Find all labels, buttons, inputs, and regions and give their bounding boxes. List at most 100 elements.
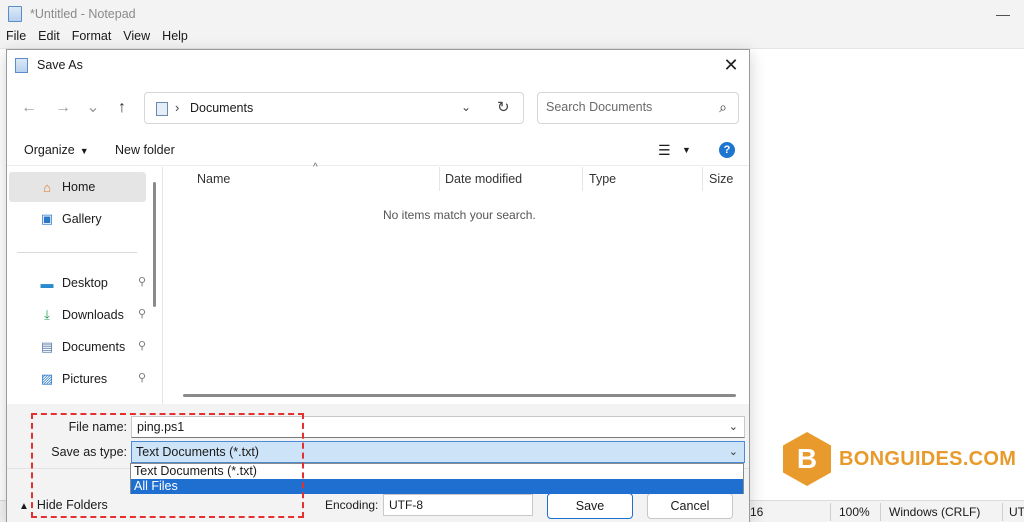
pictures-icon: ▨ — [40, 371, 54, 386]
pin-icon: ⚲ — [137, 308, 146, 320]
encoding-select[interactable]: UTF-8 — [383, 494, 533, 516]
column-divider[interactable] — [439, 167, 440, 191]
notepad-title: *Untitled - Notepad — [30, 7, 136, 21]
sidebar-item-desktop[interactable]: ▬ Desktop ⚲ — [9, 268, 147, 298]
documents-icon: ▤ — [40, 339, 54, 354]
hide-folders-button[interactable]: ▲ Hide Folders — [19, 498, 108, 512]
menu-file[interactable]: File — [0, 29, 32, 47]
notepad-menubar: File Edit Format View Help — [0, 29, 1024, 47]
status-divider — [1002, 503, 1003, 521]
home-icon: ⌂ — [43, 179, 51, 195]
menu-edit[interactable]: Edit — [32, 29, 66, 47]
chevron-up-icon: ▲ — [19, 501, 29, 512]
column-divider[interactable] — [582, 167, 583, 191]
menu-format[interactable]: Format — [66, 29, 118, 47]
sidebar-item-pictures[interactable]: ▨ Pictures ⚲ — [9, 364, 146, 394]
desktop-icon: ▬ — [40, 275, 54, 291]
sort-ascending-icon: ^ — [313, 162, 318, 173]
sidebar-item-label: Gallery — [62, 212, 102, 226]
empty-state-message: No items match your search. — [383, 208, 536, 222]
sidebar-item-downloads[interactable]: ⤓ Downloads ⚲ — [9, 300, 146, 330]
help-icon[interactable]: ? — [719, 142, 735, 158]
cancel-button[interactable]: Cancel — [647, 493, 733, 519]
pin-icon: ⚲ — [137, 340, 146, 352]
chevron-right-icon: › — [175, 100, 180, 115]
menu-view[interactable]: View — [117, 29, 156, 47]
chevron-down-icon[interactable]: ⌄ — [461, 100, 471, 114]
forward-arrow-icon[interactable]: → — [53, 98, 73, 118]
chevron-down-icon[interactable]: ⌄ — [729, 420, 738, 433]
navigation-row: ← → ⌄ ↑ › Documents ⌄ ↻ ⌕ — [7, 90, 749, 126]
refresh-icon[interactable]: ↻ — [497, 98, 510, 116]
status-divider — [830, 503, 831, 521]
status-position: 16 — [750, 505, 764, 519]
sidebar-scrollbar[interactable] — [153, 182, 156, 307]
sidebar-item-label: Pictures — [62, 372, 108, 386]
status-line-ending: Windows (CRLF) — [889, 505, 981, 519]
caret-down-icon: ▼ — [79, 146, 89, 156]
search-box[interactable]: ⌕ — [537, 92, 739, 124]
sidebar-item-label: Desktop — [62, 276, 108, 290]
organize-button[interactable]: Organize ▼ — [24, 143, 89, 157]
view-options-icon[interactable]: ☰ — [658, 142, 671, 159]
search-input[interactable] — [546, 100, 706, 114]
gallery-icon: ▣ — [40, 211, 54, 226]
column-header-size[interactable]: Size — [709, 167, 733, 191]
sidebar-item-gallery[interactable]: ▣ Gallery — [9, 204, 146, 234]
dialog-title: Save As — [37, 58, 83, 72]
new-folder-button[interactable]: New folder — [115, 143, 175, 157]
close-icon[interactable]: ✕ — [717, 52, 745, 78]
downloads-icon: ⤓ — [44, 307, 50, 322]
watermark-hex-icon: B — [783, 432, 831, 486]
back-arrow-icon[interactable]: ← — [19, 98, 39, 118]
save-as-type-label: Save as type: — [51, 445, 127, 459]
save-as-type-select[interactable]: Text Documents (*.txt) ⌄ — [131, 441, 745, 463]
notepad-app-icon — [8, 6, 22, 22]
organize-label: Organize — [24, 143, 75, 157]
save-as-dialog: Save As ✕ ← → ⌄ ↑ › Documents ⌄ ↻ ⌕ Orga… — [6, 49, 750, 522]
file-name-combobox[interactable]: ⌄ — [131, 416, 745, 438]
hide-folders-label: Hide Folders — [36, 498, 108, 512]
save-as-type-dropdown: Text Documents (*.txt) All Files — [130, 463, 744, 494]
notepad-titlebar: *Untitled - Notepad — — [0, 0, 1024, 28]
caret-down-icon[interactable]: ▼ — [682, 145, 691, 155]
notepad-app-icon — [15, 57, 28, 73]
column-header-name[interactable]: Name — [197, 167, 230, 191]
sidebar-item-label: Downloads — [62, 308, 124, 322]
up-arrow-icon[interactable]: ↑ — [112, 98, 132, 118]
sidebar-item-label: Documents — [62, 340, 126, 354]
horizontal-scrollbar[interactable] — [183, 394, 736, 397]
encoding-label: Encoding: — [325, 498, 379, 512]
breadcrumb-documents[interactable]: Documents — [190, 101, 253, 115]
watermark-text: BONGUIDES.COM — [839, 447, 1017, 470]
search-icon[interactable]: ⌕ — [719, 99, 727, 116]
type-option-text-documents[interactable]: Text Documents (*.txt) — [131, 464, 743, 479]
sidebar-item-documents[interactable]: ▤ Documents ⚲ — [9, 332, 146, 362]
file-list[interactable]: ^ Name Date modified Type Size No items … — [163, 162, 749, 404]
pin-icon: ⚲ — [137, 372, 146, 384]
file-name-input[interactable] — [137, 420, 697, 434]
recent-locations-chevron-icon[interactable]: ⌄ — [83, 98, 103, 118]
pin-icon: ⚲ — [137, 276, 146, 288]
column-divider[interactable] — [702, 167, 703, 191]
dialog-titlebar: Save As ✕ — [7, 50, 749, 80]
sidebar-item-label: Home — [62, 180, 96, 194]
address-bar[interactable]: › Documents ⌄ ↻ — [144, 92, 524, 124]
status-divider — [880, 503, 881, 521]
menu-help[interactable]: Help — [156, 29, 194, 47]
save-as-type-value: Text Documents (*.txt) — [136, 445, 259, 459]
minimize-button[interactable]: — — [996, 6, 1010, 22]
save-button[interactable]: Save — [547, 493, 633, 519]
type-option-all-files[interactable]: All Files — [131, 479, 743, 494]
chevron-down-icon[interactable]: ⌄ — [729, 445, 738, 458]
sidebar-item-home[interactable]: ⌂ Home — [9, 172, 146, 202]
file-name-label: File name: — [68, 420, 127, 434]
documents-location-icon — [156, 102, 168, 116]
sidebar-divider — [17, 252, 137, 253]
status-encoding: UT — [1009, 505, 1024, 519]
command-bar: Organize ▼ New folder ☰ ▼ ? — [7, 138, 749, 166]
save-form: File name: ⌄ Save as type: Text Document… — [7, 404, 749, 468]
column-header-date-modified[interactable]: Date modified — [445, 167, 522, 191]
navigation-pane: ⌂ Home ▣ Gallery ▬ Desktop ⚲ ⤓ Downloads… — [7, 167, 163, 404]
column-header-type[interactable]: Type — [589, 167, 616, 191]
